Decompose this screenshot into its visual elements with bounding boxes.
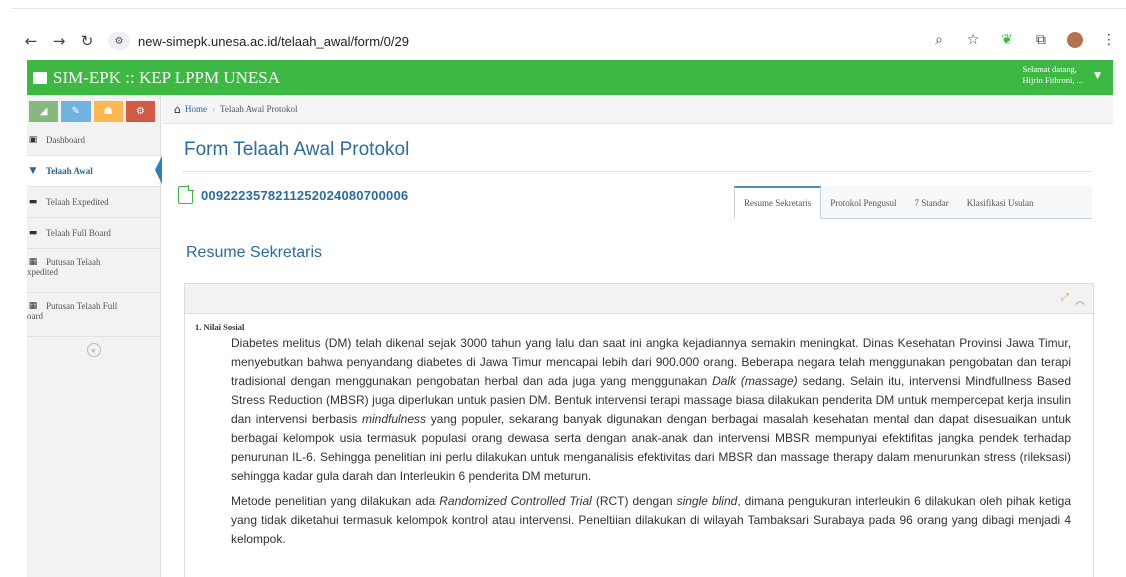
sidebar-item-telaah-expedited[interactable]: ▬ Telaah Expedited <box>27 187 160 218</box>
breadcrumb-current: Telaah Awal Protokol <box>219 104 298 114</box>
double-chevron-left-icon: « <box>86 343 101 357</box>
user-menu-caret-icon[interactable]: ▼ <box>1094 71 1101 81</box>
site-settings-icon[interactable]: ⚙ <box>108 32 130 50</box>
tab-resume-sekretaris[interactable]: Resume Sekretaris <box>734 186 822 219</box>
back-icon[interactable]: ← <box>20 30 42 52</box>
page-title: Form Telaah Awal Protokol <box>184 139 410 160</box>
greeting-line-1: Selamat datang, <box>1022 64 1077 74</box>
sidebar-item-label: Telaah Full Board <box>46 228 111 238</box>
home-icon: ⌂ <box>174 102 181 116</box>
title-divider <box>182 171 1093 172</box>
sidebar-item-label: Putusan Telaah xpedited <box>27 257 101 277</box>
book-icon: ▬ <box>28 228 38 238</box>
th-icon: ▦ <box>28 257 38 267</box>
dashboard-icon: ▣ <box>28 135 38 145</box>
paragraph-1: Diabetes melitus (DM) telah dikenal seja… <box>231 336 1071 483</box>
reload-icon[interactable]: ↻ <box>76 30 98 52</box>
section-title: Resume Sekretaris <box>186 244 323 261</box>
extensions-puzzle-icon[interactable]: ⧉ <box>1030 29 1052 51</box>
sidebar-item-dashboard[interactable]: ▣ Dashboard <box>27 125 160 156</box>
widget-body: 1. Nilai Sosial Diabetes melitus (DM) te… <box>185 314 1093 549</box>
protocol-number: 0092223578211252024080700006 <box>201 187 409 203</box>
shortcut-pencil-button[interactable]: ✎ <box>61 101 91 122</box>
protocol-id: 0092223578211252024080700006 <box>178 185 409 204</box>
greeting-line-2: Hijrin Fithroni, ... <box>1022 75 1083 85</box>
form-tabs: Resume Sekretaris Protokol Pengusul 7 St… <box>734 186 1092 219</box>
sidebar-item-label: Telaah Awal <box>46 166 93 176</box>
main-content: Form Telaah Awal Protokol 00922235782112… <box>162 124 1113 577</box>
sidebar-item-putusan-telaah-expedited[interactable]: ▦ Putusan Telaah xpedited <box>27 249 160 293</box>
brand-title: SIM-EPK :: KEP LPPM UNESA <box>53 68 281 87</box>
tab-klasifikasi-usulan[interactable]: Klasifikasi Usulan <box>958 187 1043 218</box>
sidebar-item-telaah-full-board[interactable]: ▬ Telaah Full Board <box>27 218 160 249</box>
sidebar: ◢ ✎ ☗ ⚙ ▣ Dashboard ▼ Telaah Awal ▬ Tela… <box>27 95 162 577</box>
filter-icon: ▼ <box>29 166 37 176</box>
tab-protokol-pengusul[interactable]: Protokol Pengusul <box>821 187 905 218</box>
question-title: 1. Nilai Sosial <box>195 322 245 332</box>
widget-header: ⤢ ︿ <box>185 284 1093 314</box>
book-logo-icon <box>33 72 47 84</box>
resume-widget: ⤢ ︿ 1. Nilai Sosial Diabetes melitus (DM… <box>184 283 1094 577</box>
address-bar[interactable]: new-simepk.unesa.ac.id/telaah_awal/form/… <box>138 34 409 49</box>
forward-icon[interactable]: → <box>48 30 70 52</box>
sidebar-shortcuts: ◢ ✎ ☗ ⚙ <box>27 95 160 125</box>
th-icon: ▦ <box>28 301 38 311</box>
brand[interactable]: SIM-EPK :: KEP LPPM UNESA <box>33 68 280 88</box>
zoom-icon[interactable]: ⌕ <box>928 29 950 51</box>
breadcrumb-separator-icon: › <box>211 104 215 114</box>
breadcrumb-home-link[interactable]: Home <box>185 104 207 114</box>
sidebar-collapse-button[interactable]: « <box>27 337 160 363</box>
sidebar-item-label: Putusan Telaah Full oard <box>27 301 118 321</box>
user-greeting[interactable]: Selamat datang, Hijrin Fithroni, ... <box>1023 64 1083 86</box>
tab-7-standar[interactable]: 7 Standar <box>906 187 958 218</box>
bookmark-star-icon[interactable]: ☆ <box>962 29 984 51</box>
sidebar-item-label: Telaah Expedited <box>46 197 109 207</box>
shortcut-users-button[interactable]: ☗ <box>93 101 123 122</box>
profile-avatar-icon[interactable] <box>1064 29 1086 51</box>
app-header: SIM-EPK :: KEP LPPM UNESA Selamat datang… <box>27 60 1113 95</box>
window-edge <box>12 56 27 577</box>
book-icon: ▬ <box>28 197 38 207</box>
extension-leaf-icon[interactable]: ❦ <box>996 29 1018 51</box>
breadcrumb: ⌂ Home › Telaah Awal Protokol <box>162 95 1113 124</box>
browser-menu-icon[interactable]: ⋮ <box>1098 29 1120 51</box>
fullscreen-expand-icon[interactable]: ⤢ <box>1061 292 1069 307</box>
paragraph-2: Metode penelitian yang dilakukan ada Ran… <box>231 494 1072 546</box>
chevron-up-icon[interactable]: ︿ <box>1075 292 1085 307</box>
browser-toolbar: ← → ↻ ⚙ new-simepk.unesa.ac.id/telaah_aw… <box>12 8 1126 64</box>
active-indicator <box>155 156 162 184</box>
sidebar-item-telaah-awal[interactable]: ▼ Telaah Awal <box>27 156 162 187</box>
sidebar-item-label: Dashboard <box>46 135 85 145</box>
document-icon <box>178 185 194 204</box>
shortcut-chart-button[interactable]: ◢ <box>29 101 59 122</box>
sidebar-item-putusan-telaah-full-board[interactable]: ▦ Putusan Telaah Full oard <box>27 293 160 337</box>
shortcut-cogs-button[interactable]: ⚙ <box>125 101 155 122</box>
